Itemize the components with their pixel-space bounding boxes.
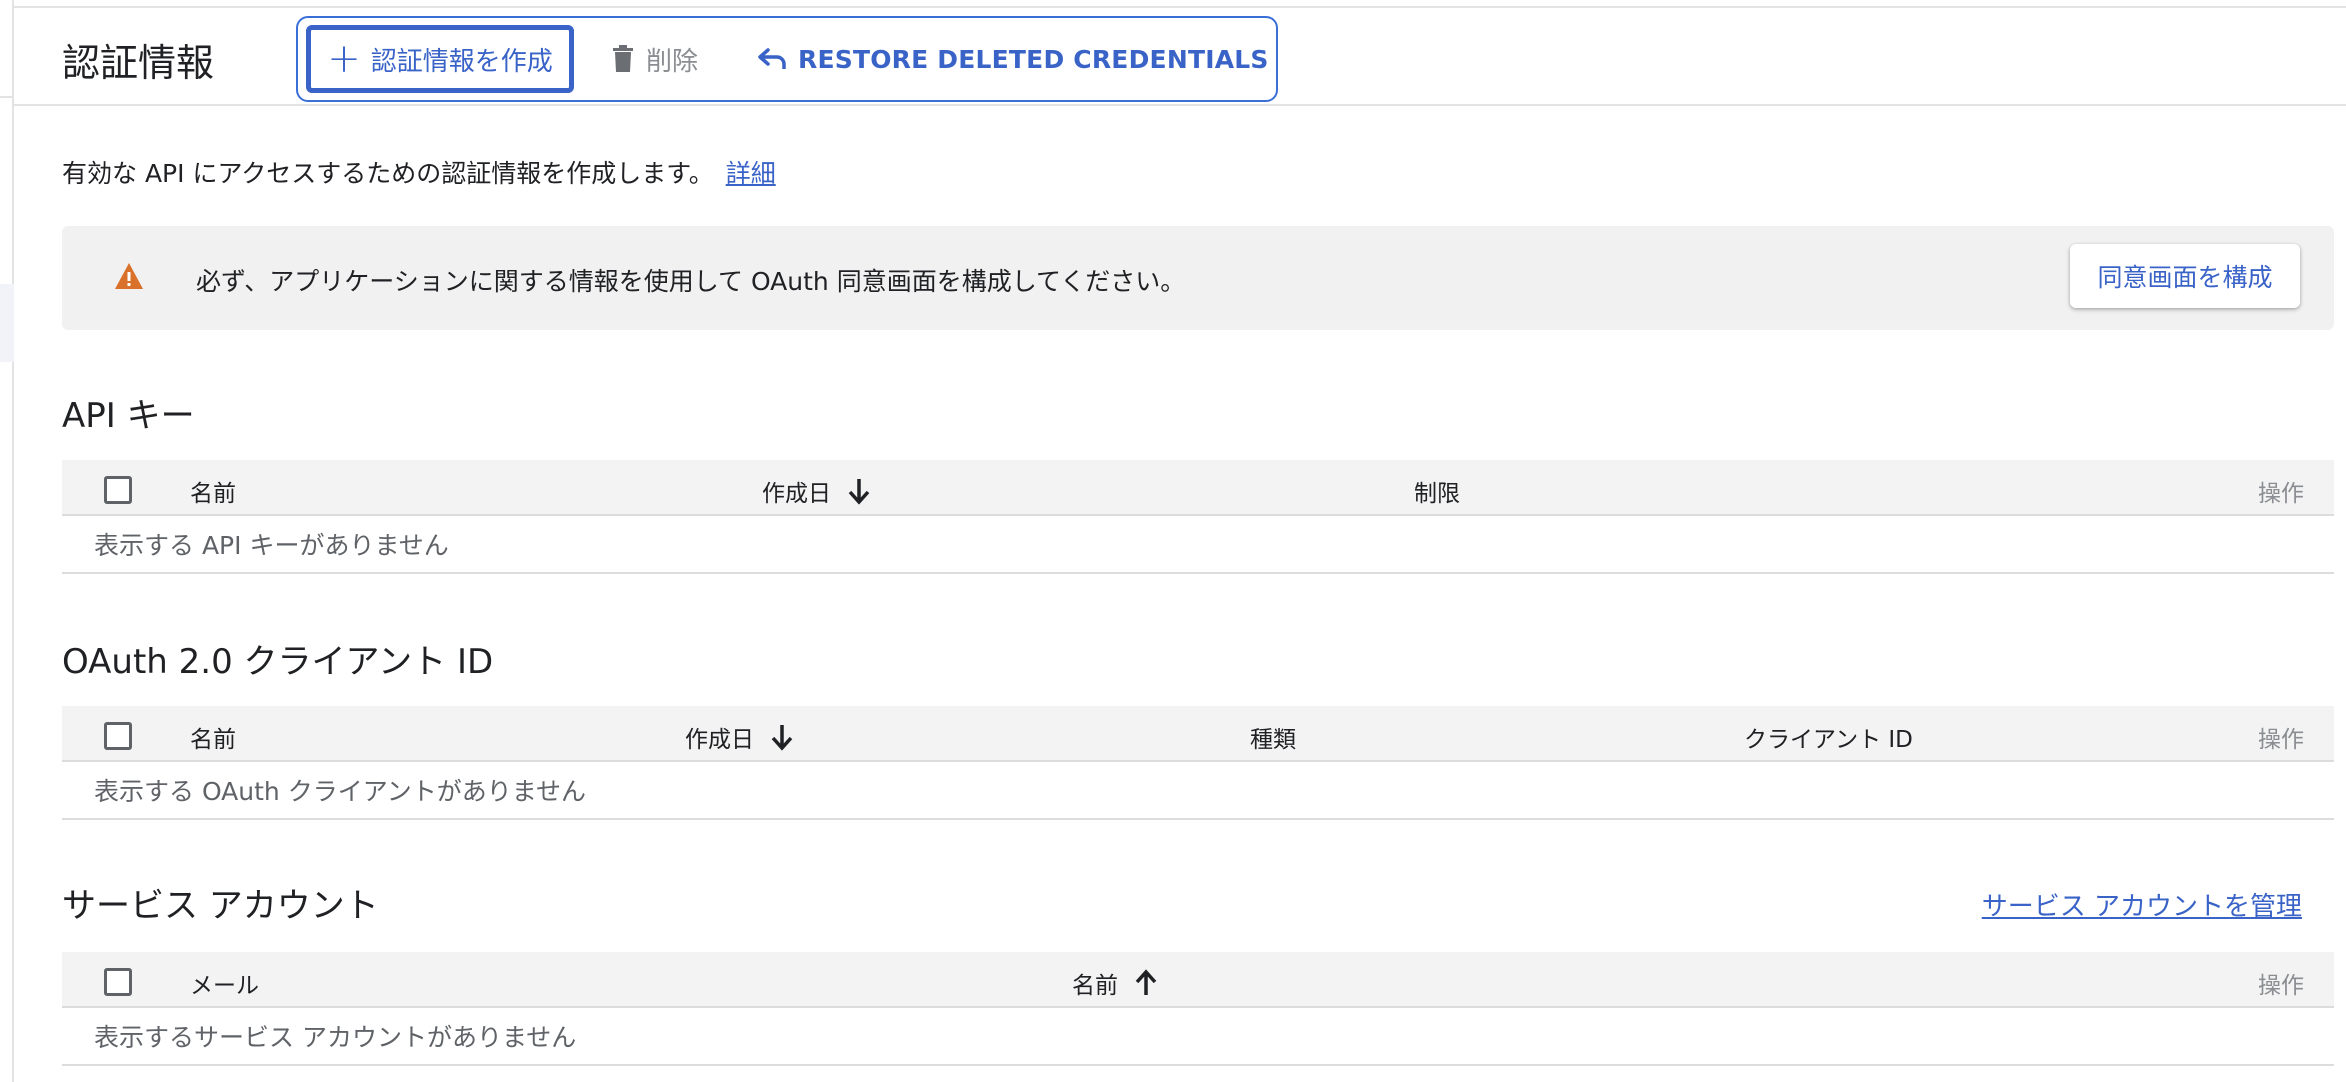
warning-icon <box>115 263 143 289</box>
column-restrictions[interactable]: 制限 <box>1414 474 1460 508</box>
credentials-page: 認証情報 + 認証情報を作成 削除 RESTORE DELETED CREDEN… <box>0 0 2346 1082</box>
column-created-date[interactable]: 作成日 <box>762 474 871 508</box>
manage-service-accounts-link[interactable]: サービス アカウントを管理 <box>1982 886 2302 923</box>
api-keys-table: 名前 作成日 制限 操作 表示する API キーがありません <box>62 460 2334 574</box>
column-email[interactable]: メール <box>190 966 259 1000</box>
create-credentials-label: 認証情報を作成 <box>370 46 553 77</box>
delete-button[interactable]: 削除 <box>612 25 698 93</box>
create-credentials-button[interactable]: + 認証情報を作成 <box>306 25 574 93</box>
select-all-checkbox[interactable] <box>104 476 132 504</box>
empty-row: 表示する OAuth クライアントがありません <box>62 762 2334 820</box>
restore-deleted-credentials-button[interactable]: RESTORE DELETED CREDENTIALS <box>758 25 1269 93</box>
oauth-clients-title: OAuth 2.0 クライアント ID <box>62 642 494 682</box>
arrow-down-icon <box>771 725 793 751</box>
empty-row: 表示する API キーがありません <box>62 516 2334 574</box>
trash-icon <box>613 45 633 72</box>
plus-icon: + <box>327 36 361 82</box>
oauth-consent-warning-banner: 必ず、アプリケーションに関する情報を使用して OAuth 同意画面を構成してくだ… <box>62 226 2334 330</box>
page-header: 認証情報 + 認証情報を作成 削除 RESTORE DELETED CREDEN… <box>14 6 2346 106</box>
delete-label: 削除 <box>646 46 699 77</box>
column-actions: 操作 <box>2258 727 2304 753</box>
service-accounts-table: メール 名前 操作 表示するサービス アカウントがありません <box>62 952 2334 1066</box>
service-accounts-title: サービス アカウント <box>62 886 379 926</box>
page-title: 認証情報 <box>62 41 215 85</box>
left-rail <box>0 0 14 1082</box>
left-rail-divider <box>0 96 14 98</box>
learn-more-link[interactable]: 詳細 <box>726 159 776 188</box>
column-client-id[interactable]: クライアント ID <box>1744 720 1913 754</box>
column-name[interactable]: 名前 <box>190 720 236 754</box>
column-created-date[interactable]: 作成日 <box>685 720 794 754</box>
column-name[interactable]: 名前 <box>1072 966 1158 1000</box>
select-all-checkbox[interactable] <box>104 968 132 996</box>
left-rail-active-indicator <box>0 284 14 362</box>
api-keys-title: API キー <box>62 396 195 436</box>
arrow-up-icon <box>1135 969 1157 995</box>
configure-consent-screen-button[interactable]: 同意画面を構成 <box>2070 244 2300 308</box>
table-header: メール 名前 操作 <box>62 952 2334 1008</box>
warning-message: 必ず、アプリケーションに関する情報を使用して OAuth 同意画面を構成してくだ… <box>196 267 1186 296</box>
empty-row: 表示するサービス アカウントがありません <box>62 1008 2334 1066</box>
column-actions: 操作 <box>2258 481 2304 507</box>
column-name[interactable]: 名前 <box>190 474 236 508</box>
intro-text: 有効な API にアクセスするための認証情報を作成します。 詳細 <box>62 154 776 190</box>
column-type[interactable]: 種類 <box>1250 720 1296 754</box>
table-header: 名前 作成日 種類 クライアント ID 操作 <box>62 706 2334 762</box>
column-actions: 操作 <box>2258 973 2304 999</box>
select-all-checkbox[interactable] <box>104 722 132 750</box>
arrow-down-icon <box>848 479 870 505</box>
intro-description: 有効な API にアクセスするための認証情報を作成します。 <box>62 159 714 188</box>
table-header: 名前 作成日 制限 操作 <box>62 460 2334 516</box>
oauth-clients-table: 名前 作成日 種類 クライアント ID 操作 表示する OAuth クライアント… <box>62 706 2334 820</box>
restore-label: RESTORE DELETED CREDENTIALS <box>798 44 1269 74</box>
toolbar: + 認証情報を作成 削除 RESTORE DELETED CREDENTIALS <box>296 16 1278 102</box>
undo-icon <box>758 48 786 69</box>
